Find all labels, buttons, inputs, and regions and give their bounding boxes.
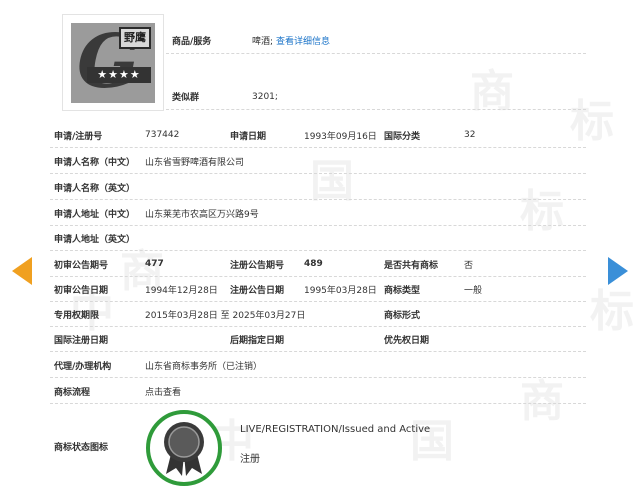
goods-detail-link[interactable]: 查看详细信息 bbox=[276, 34, 330, 47]
status-chinese: 注册 bbox=[240, 454, 260, 465]
exclusive-row: 专用权期限 2015年03月28日 至 2025年03月27日 商标形式 bbox=[50, 302, 586, 327]
agent-row: 代理/办理机构 山东省商标事务所（已注销） bbox=[50, 353, 586, 378]
status-seal bbox=[146, 410, 222, 486]
later-designation-label: 后期指定日期 bbox=[230, 335, 285, 346]
goods-label: 商品/服务 bbox=[172, 37, 212, 47]
process-link[interactable]: 点击查看 bbox=[145, 385, 181, 398]
logo-mark: 野鹰 bbox=[119, 26, 151, 49]
reg-issue-label: 注册公告期号 bbox=[230, 260, 285, 271]
previous-arrow-icon[interactable] bbox=[12, 257, 32, 285]
prelim-issue-value: 477 bbox=[145, 259, 164, 269]
goods-value: 啤酒; bbox=[252, 37, 274, 47]
status-label: 商标状态图标 bbox=[54, 443, 109, 453]
reg-issue-value: 489 bbox=[304, 259, 323, 269]
applicant-en-row: 申请人名称（英文） bbox=[50, 175, 586, 200]
next-arrow-icon[interactable] bbox=[608, 257, 628, 285]
announcement-row: 初审公告期号 477 注册公告期号 489 是否共有商标 否 bbox=[50, 252, 586, 277]
intl-date-row: 国际注册日期 后期指定日期 优先权日期 bbox=[50, 327, 586, 352]
similar-label: 类似群 bbox=[172, 93, 200, 103]
mark-form-label: 商标形式 bbox=[384, 310, 421, 321]
prelim-date-label: 初审公告日期 bbox=[54, 285, 109, 296]
award-ribbon-icon bbox=[164, 422, 204, 476]
similar-value: 3201; bbox=[252, 91, 278, 102]
agent-label: 代理/办理机构 bbox=[54, 361, 112, 372]
intl-class-label: 国际分类 bbox=[384, 131, 421, 142]
similar-row: 类似群 3201; bbox=[166, 84, 586, 110]
status-english: LIVE/REGISTRATION/Issued and Active bbox=[240, 424, 431, 435]
applicant-en-label: 申请人名称（英文） bbox=[54, 183, 136, 194]
reg-number-value: 737442 bbox=[145, 130, 180, 140]
applicant-cn-row: 申请人名称（中文） 山东省雪野啤酒有限公司 bbox=[50, 149, 586, 174]
priority-date-label: 优先权日期 bbox=[384, 335, 430, 346]
address-en-row: 申请人地址（英文） bbox=[50, 226, 586, 251]
mark-type-label: 商标类型 bbox=[384, 285, 421, 296]
status-row: 商标状态图标 LIVE/REGISTRATION/Issued and Acti… bbox=[50, 404, 586, 488]
process-row: 商标流程 点击查看 bbox=[50, 379, 586, 404]
apply-date-label: 申请日期 bbox=[230, 131, 267, 142]
prelim-date-value: 1994年12月28日 bbox=[145, 285, 218, 296]
reg-date-label: 注册公告日期 bbox=[230, 285, 285, 296]
address-en-label: 申请人地址（英文） bbox=[54, 234, 136, 245]
mark-type-value: 一般 bbox=[464, 285, 483, 296]
address-cn-label: 申请人地址（中文） bbox=[54, 209, 136, 220]
reg-number-label: 申请/注册号 bbox=[54, 131, 103, 142]
agent-value: 山东省商标事务所（已注销） bbox=[145, 361, 263, 372]
applicant-cn-value: 山东省雪野啤酒有限公司 bbox=[145, 157, 245, 168]
apply-date-value: 1993年09月16日 bbox=[304, 131, 377, 142]
shared-mark-value: 否 bbox=[464, 260, 474, 271]
trademark-image[interactable]: G ★★★★ 野鹰 bbox=[62, 14, 164, 111]
trademark-logo: G ★★★★ 野鹰 bbox=[71, 22, 155, 103]
intl-class-value: 32 bbox=[464, 130, 476, 140]
shared-mark-label: 是否共有商标 bbox=[384, 260, 439, 271]
logo-stars: ★★★★ bbox=[87, 66, 151, 83]
address-cn-row: 申请人地址（中文） 山东莱芜市农高区万兴路9号 bbox=[50, 201, 586, 226]
intl-reg-date-label: 国际注册日期 bbox=[54, 335, 109, 346]
exclusive-label: 专用权期限 bbox=[54, 310, 100, 321]
prelim-issue-label: 初审公告期号 bbox=[54, 260, 109, 271]
applicant-cn-label: 申请人名称（中文） bbox=[54, 157, 136, 168]
goods-row: 商品/服务 啤酒; 查看详细信息 bbox=[166, 28, 586, 54]
reg-date-value: 1995年03月28日 bbox=[304, 285, 377, 296]
watermark-char: 标 bbox=[590, 286, 634, 337]
process-label: 商标流程 bbox=[54, 387, 91, 398]
announcement-date-row: 初审公告日期 1994年12月28日 注册公告日期 1995年03月28日 商标… bbox=[50, 277, 586, 302]
registration-row: 申请/注册号 737442 申请日期 1993年09月16日 国际分类 32 bbox=[50, 123, 586, 148]
exclusive-value: 2015年03月28日 至 2025年03月27日 bbox=[145, 310, 306, 321]
address-cn-value: 山东莱芜市农高区万兴路9号 bbox=[145, 209, 259, 220]
